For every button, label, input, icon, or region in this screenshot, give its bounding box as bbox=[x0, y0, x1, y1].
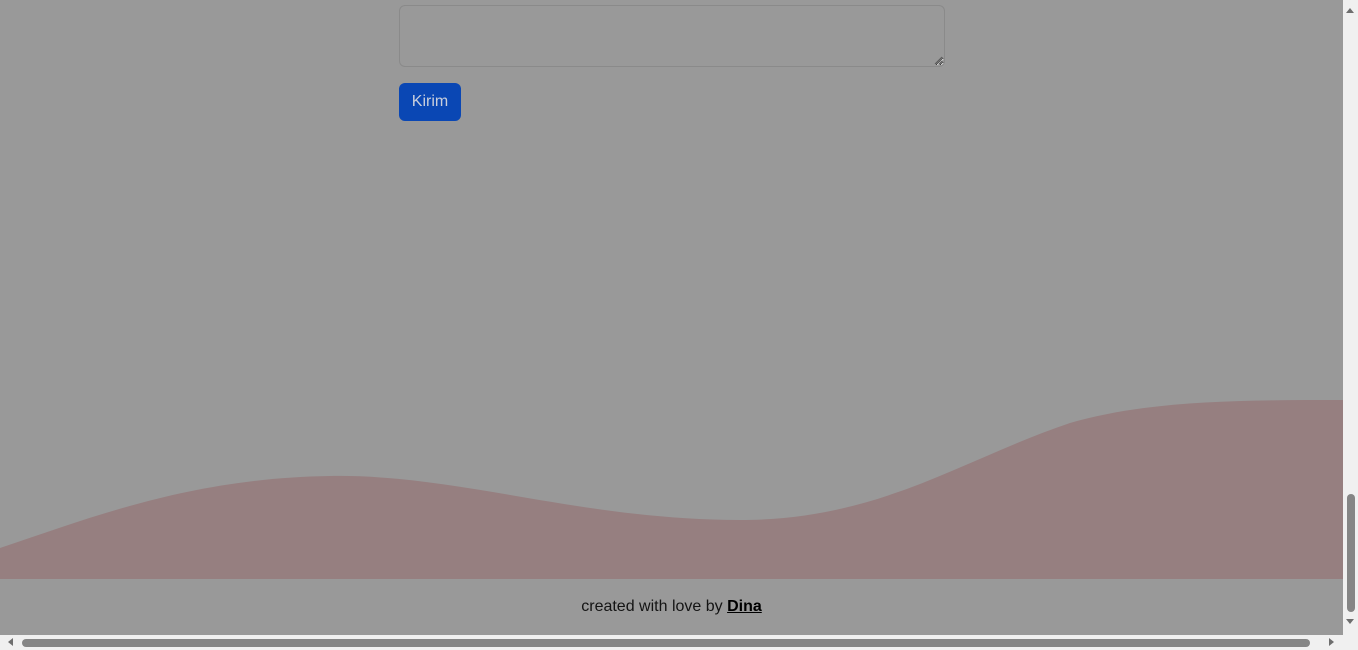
submit-button[interactable]: Kirim bbox=[399, 83, 461, 121]
footer-credit-text: created with love by bbox=[581, 598, 728, 615]
arrow-up-icon[interactable] bbox=[1346, 8, 1354, 13]
vertical-scrollbar-thumb[interactable] bbox=[1347, 494, 1355, 612]
page-viewport: Kirim created with love by Dina bbox=[0, 0, 1343, 635]
horizontal-scrollbar[interactable] bbox=[0, 635, 1343, 650]
wave-decoration bbox=[0, 400, 1343, 580]
horizontal-scrollbar-thumb[interactable] bbox=[22, 639, 1310, 647]
message-textarea[interactable] bbox=[399, 5, 945, 67]
author-link[interactable]: Dina bbox=[727, 598, 762, 615]
arrow-right-icon[interactable] bbox=[1329, 638, 1334, 646]
resize-grip-icon[interactable] bbox=[934, 56, 943, 65]
vertical-scrollbar[interactable] bbox=[1343, 0, 1358, 635]
footer: created with love by Dina bbox=[0, 579, 1343, 635]
scrollbar-corner bbox=[1343, 635, 1358, 650]
arrow-left-icon[interactable] bbox=[8, 638, 13, 646]
arrow-down-icon[interactable] bbox=[1346, 619, 1354, 624]
